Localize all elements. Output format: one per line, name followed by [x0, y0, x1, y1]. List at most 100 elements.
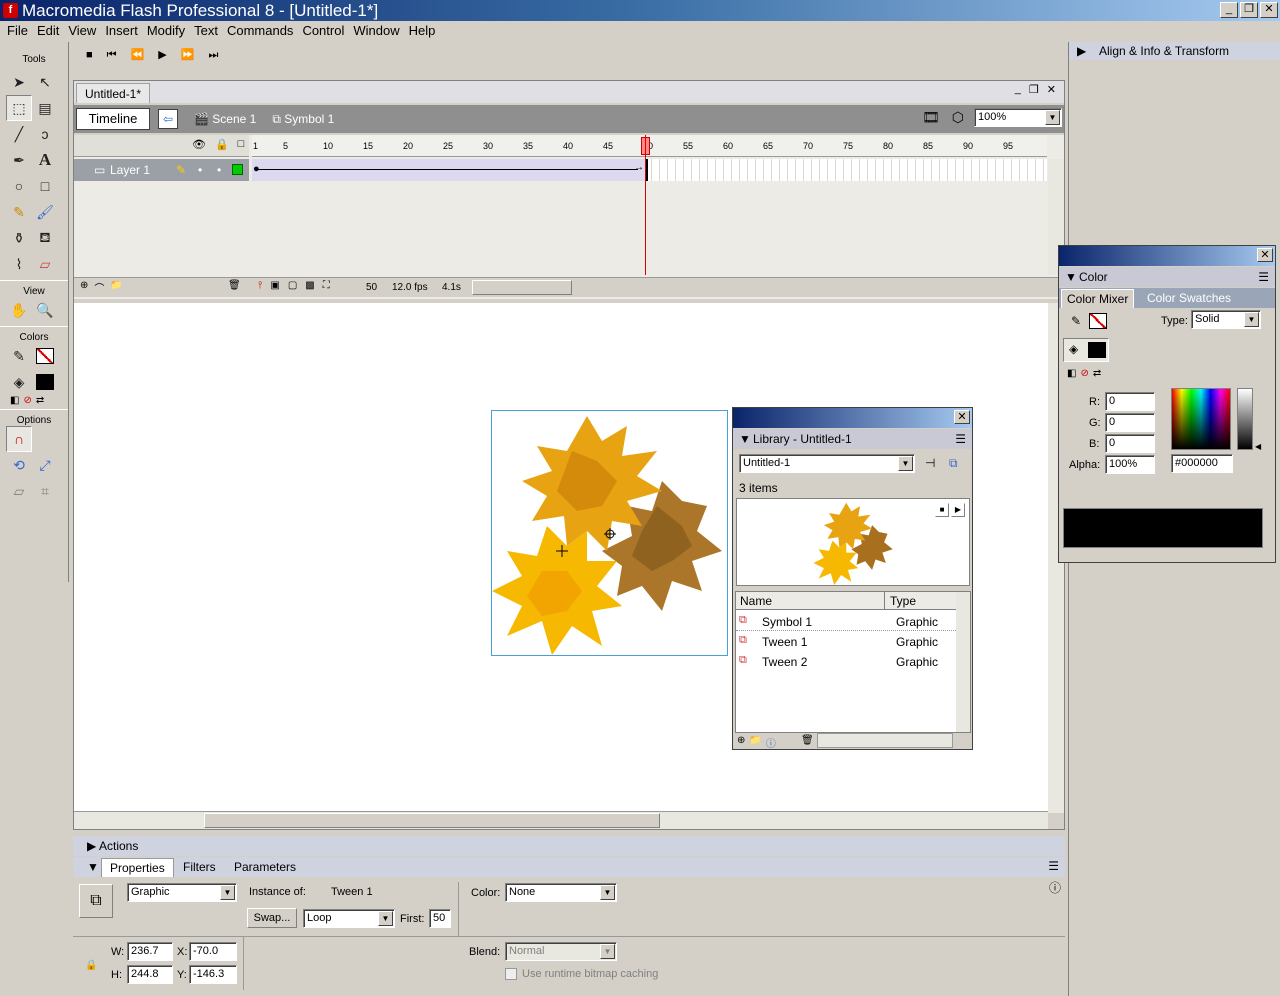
onion-outline-icon[interactable]: ▢ — [288, 280, 297, 291]
blue-input[interactable]: 0 — [1105, 434, 1155, 453]
minimize-button[interactable]: _ — [1220, 2, 1238, 18]
center-frame-icon[interactable]: ⫯ — [258, 280, 262, 291]
selection-tool-icon[interactable]: ➤ — [6, 69, 32, 95]
stroke-color-swatch[interactable] — [1089, 313, 1107, 329]
keyframe-dot[interactable]: ● — [253, 163, 260, 175]
doc-close-icon[interactable]: ✕ — [1047, 83, 1056, 96]
col-type-header[interactable]: Type — [890, 594, 916, 608]
swap-colors-icon[interactable]: ⇄ — [1093, 368, 1101, 379]
zoom-tool-icon[interactable]: 🔍 — [32, 297, 58, 323]
library-document-select[interactable]: Untitled-1 ▼ — [739, 454, 915, 473]
loop-select[interactable]: Loop ▼ — [303, 909, 395, 928]
breadcrumb-scene[interactable]: 🎬 Scene 1 — [194, 108, 256, 130]
lock-proportions-icon[interactable]: 🔒 — [85, 960, 97, 971]
oval-tool-icon[interactable]: ○ — [6, 173, 32, 199]
color-spectrum[interactable] — [1171, 388, 1231, 450]
color-header[interactable]: ▼ Color ☰ — [1059, 267, 1275, 287]
modify-onion-markers-icon[interactable]: ⛶ — [323, 280, 330, 291]
chevron-down-icon[interactable]: ▼ — [378, 911, 393, 926]
delete-layer-icon[interactable]: 🗑 — [228, 280, 241, 291]
chevron-down-icon[interactable]: ▼ — [600, 885, 615, 900]
preview-play-icon[interactable]: ▶ — [951, 503, 965, 517]
table-row[interactable]: ⧉ Tween 1 Graphic — [736, 632, 956, 651]
step-forward-icon[interactable]: ⏩ — [181, 44, 195, 66]
menu-insert[interactable]: Insert — [102, 21, 144, 41]
pen-tool-icon[interactable]: ✒ — [6, 147, 32, 173]
green-input[interactable]: 0 — [1105, 413, 1155, 432]
symbol-type-select[interactable]: Graphic ▼ — [127, 883, 237, 902]
tab-filters[interactable]: Filters — [183, 860, 216, 874]
default-colors-icon[interactable]: ◧ — [10, 395, 19, 406]
back-arrow-icon[interactable]: ⇦ — [158, 109, 178, 129]
playhead[interactable] — [645, 135, 646, 275]
edit-scene-icon[interactable]: 🎞 — [922, 109, 940, 126]
free-transform-tool-icon[interactable]: ⬚ — [6, 95, 32, 121]
tab-properties[interactable]: Properties — [101, 858, 174, 877]
ink-bottle-tool-icon[interactable]: ⚱ — [6, 225, 32, 251]
color-close-button[interactable]: ✕ — [1257, 248, 1273, 262]
table-row[interactable]: ⧉ Tween 2 Graphic — [736, 652, 956, 671]
insert-folder-icon[interactable]: 📁 — [110, 280, 122, 295]
eyedropper-tool-icon[interactable]: ⌇ — [6, 251, 32, 277]
zoom-select[interactable]: 100% ▼ — [974, 108, 1062, 127]
text-tool-icon[interactable]: A — [32, 147, 58, 173]
snap-magnet-icon[interactable]: ∩ — [6, 426, 32, 452]
fill-color-icon[interactable]: ◈ — [6, 369, 32, 395]
col-name-header[interactable]: Name — [740, 594, 772, 608]
stroke-color-icon[interactable]: ✎ — [6, 343, 32, 369]
chevron-down-icon[interactable]: ▼ — [600, 944, 615, 959]
hand-tool-icon[interactable]: ✋ — [6, 297, 32, 323]
outline-icon[interactable]: □ — [238, 138, 245, 151]
chevron-down-icon[interactable]: ▼ — [1045, 110, 1060, 125]
delete-item-icon[interactable]: 🗑 — [801, 735, 814, 746]
gradient-transform-tool-icon[interactable]: ▤ — [32, 95, 58, 121]
close-button[interactable]: ✕ — [1260, 2, 1278, 18]
panel-options-icon[interactable]: ☰ — [1048, 859, 1059, 873]
envelope-icon[interactable]: ⌗ — [32, 478, 58, 504]
menu-commands[interactable]: Commands — [224, 21, 299, 41]
edit-symbols-icon[interactable]: ⬡ — [952, 109, 964, 126]
stroke-color-swatch[interactable] — [32, 343, 58, 369]
default-colors-icon[interactable]: ◧ — [1067, 368, 1076, 379]
lock-icon[interactable]: 🔒 — [215, 138, 229, 151]
subselection-tool-icon[interactable]: ↖ — [32, 69, 58, 95]
add-motion-guide-icon[interactable]: ⌒ — [94, 280, 104, 295]
go-to-end-icon[interactable]: ⏭ — [208, 44, 218, 66]
menu-view[interactable]: View — [65, 21, 102, 41]
no-color-icon[interactable]: ⊘ — [1080, 368, 1088, 379]
eye-icon[interactable]: 👁 — [192, 138, 206, 151]
first-frame-input[interactable]: 50 — [429, 909, 451, 928]
new-symbol-icon[interactable]: ⊕ — [737, 735, 745, 750]
chevron-down-icon[interactable]: ▼ — [1244, 312, 1259, 327]
collapse-arrow-icon[interactable]: ▼ — [87, 860, 99, 874]
scale-icon[interactable]: ⤢ — [32, 452, 58, 478]
blend-select[interactable]: Normal ▼ — [505, 942, 617, 961]
doc-restore-icon[interactable]: ❐ — [1029, 83, 1039, 96]
help-icon[interactable]: ⓘ — [1049, 879, 1061, 896]
doc-minimize-icon[interactable]: _ — [1015, 83, 1021, 96]
x-input[interactable]: -70.0 — [189, 942, 237, 961]
menu-modify[interactable]: Modify — [144, 21, 191, 41]
brush-tool-icon[interactable]: 🖌 — [32, 199, 58, 225]
timeline-toggle-button[interactable]: Timeline — [76, 108, 150, 130]
rotate-skew-icon[interactable]: ⟲ — [6, 452, 32, 478]
preview-stop-icon[interactable]: ■ — [935, 503, 949, 517]
align-info-transform-header[interactable]: ▶ Align & Info & Transform — [1069, 42, 1280, 60]
stop-icon[interactable]: ■ — [86, 44, 93, 66]
rectangle-tool-icon[interactable]: □ — [32, 173, 58, 199]
swap-button[interactable]: Swap... — [247, 908, 297, 928]
swap-colors-icon[interactable]: ⇄ — [36, 395, 44, 406]
alpha-input[interactable]: 100% — [1105, 455, 1155, 474]
tab-color-mixer[interactable]: Color Mixer — [1061, 289, 1135, 308]
insert-layer-icon[interactable]: ⊕ — [80, 280, 88, 295]
lasso-tool-icon[interactable]: ↄ — [32, 121, 58, 147]
layer-row[interactable]: ▭ Layer 1 ✎ • • — [74, 159, 249, 181]
edit-multiple-frames-icon[interactable]: ▩ — [305, 280, 314, 291]
pin-library-icon[interactable]: ⊣ — [925, 456, 935, 470]
maximize-button[interactable]: ❐ — [1240, 2, 1258, 18]
eraser-tool-icon[interactable]: ▱ — [32, 251, 58, 277]
panel-options-icon[interactable]: ☰ — [1258, 267, 1269, 287]
chevron-down-icon[interactable]: ▼ — [220, 885, 235, 900]
stage-hscroll[interactable] — [74, 811, 1048, 829]
document-tab[interactable]: Untitled-1* — [76, 83, 151, 103]
